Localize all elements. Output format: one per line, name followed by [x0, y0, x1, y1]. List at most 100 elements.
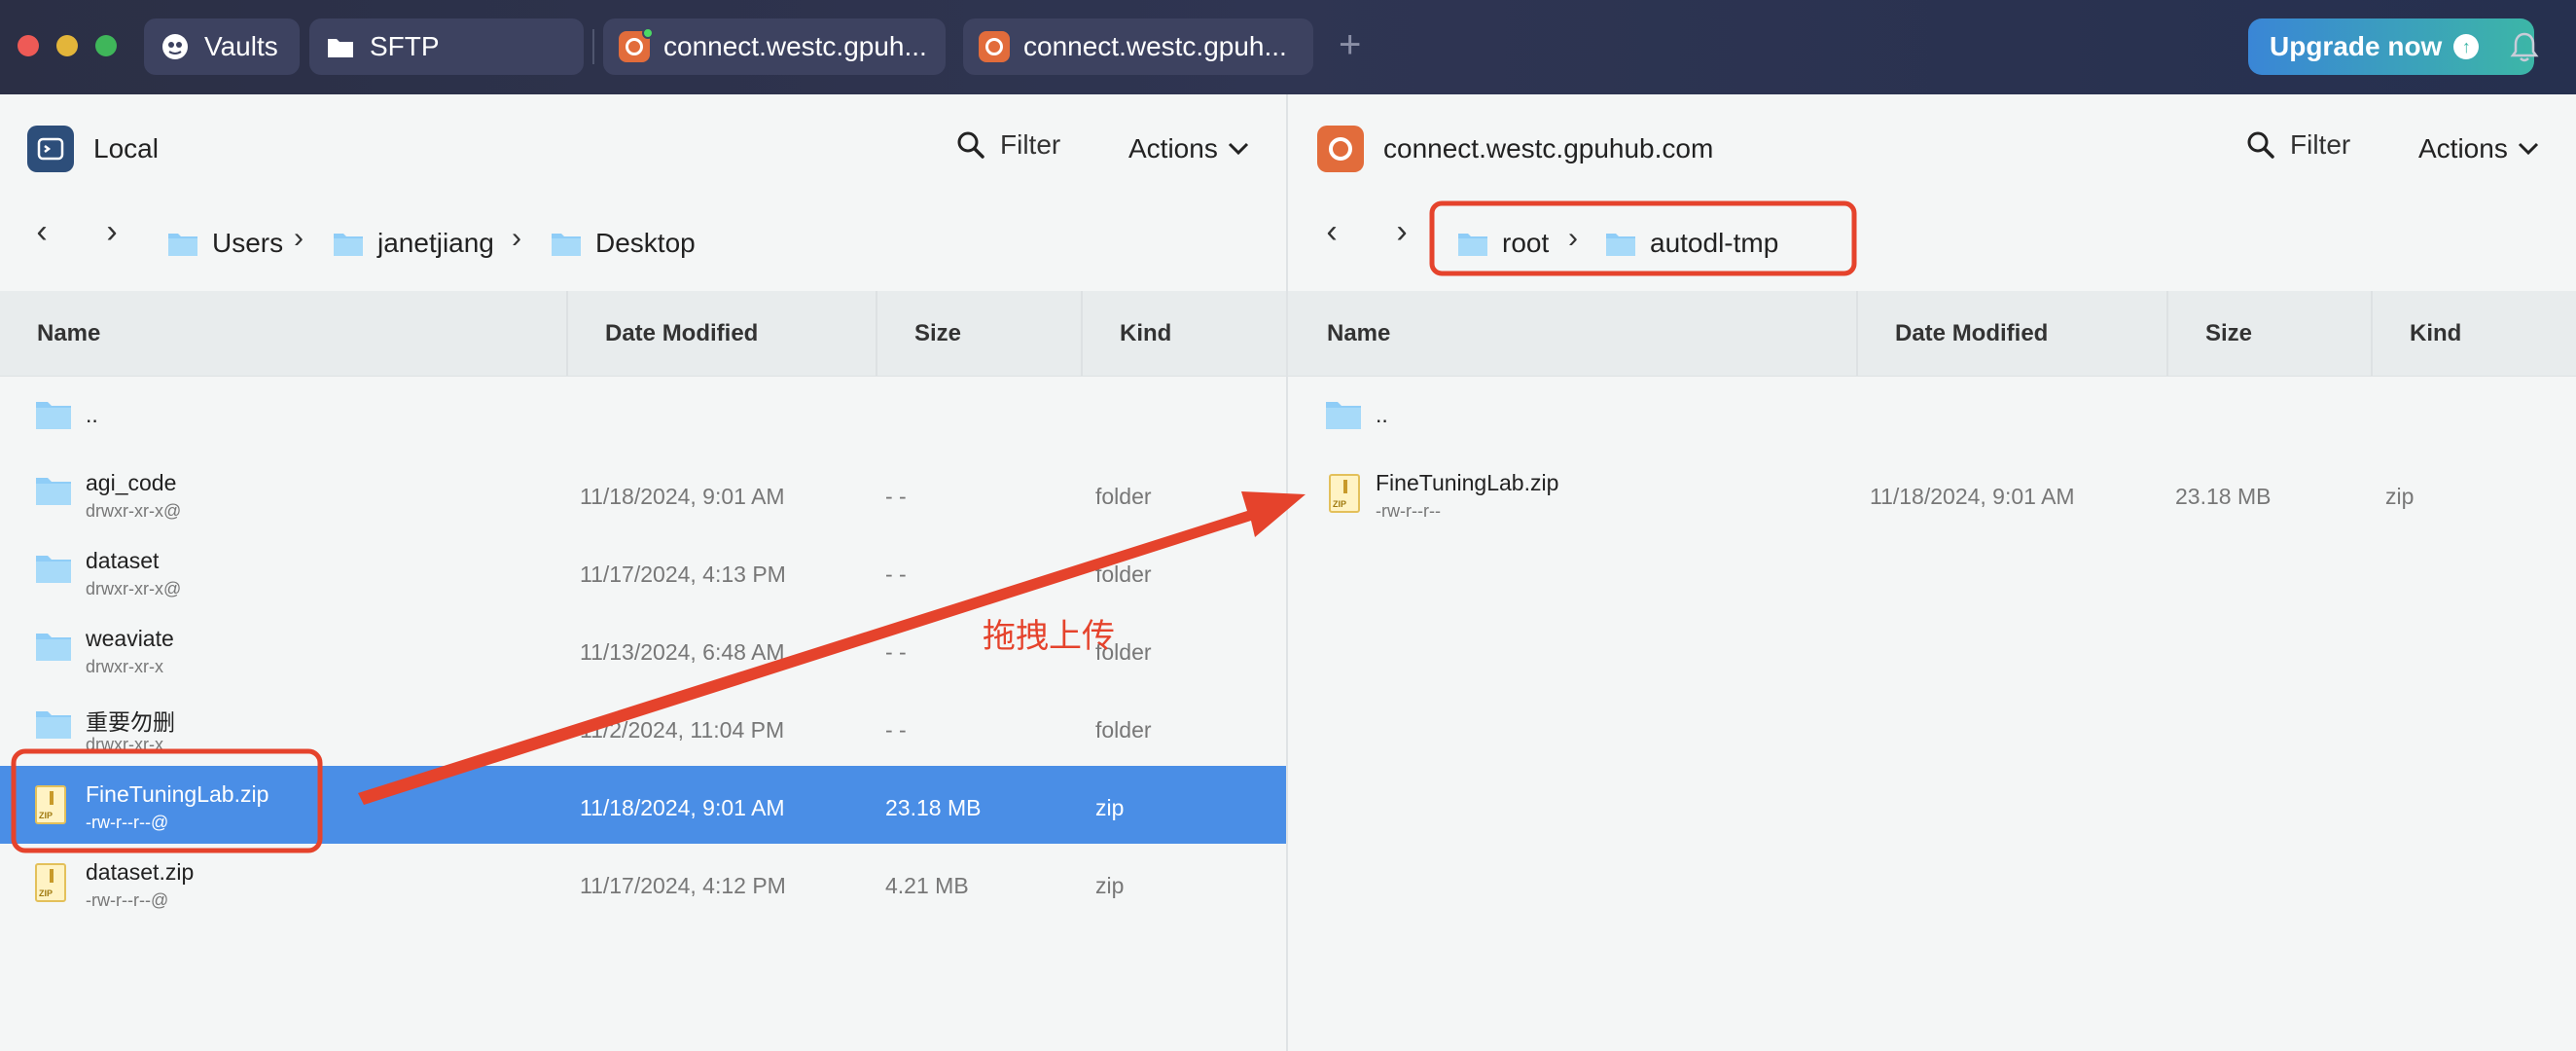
list-item[interactable]: dataset drwxr-xr-x@ 11/17/2024, 4:13 PM … — [0, 532, 1286, 610]
file-date: 11/17/2024, 4:12 PM — [580, 873, 786, 898]
column-name[interactable]: Name — [1327, 320, 1390, 347]
column-date-modified[interactable]: Date Modified — [1895, 320, 2048, 347]
ubuntu-icon — [619, 27, 654, 62]
file-kind: folder — [1095, 562, 1152, 587]
actions-label: Actions — [1128, 133, 1218, 163]
folder-icon — [1458, 234, 1487, 256]
minimize-window-button[interactable] — [56, 35, 78, 56]
list-item[interactable]: .. — [0, 377, 1286, 454]
title-bar: Vaults SFTP connect.westc.gpuh... connec… — [0, 0, 2576, 94]
zip-file-icon — [35, 785, 66, 824]
file-kind: folder — [1095, 717, 1152, 743]
list-item[interactable]: .. — [1288, 377, 2576, 454]
file-kind: zip — [2385, 484, 2415, 509]
column-size[interactable]: Size — [2205, 320, 2252, 347]
breadcrumb-label: Desktop — [595, 228, 696, 258]
file-kind: folder — [1095, 484, 1152, 509]
tab-divider — [592, 29, 594, 64]
list-item[interactable]: dataset.zip -rw-r--r--@ 11/17/2024, 4:12… — [0, 844, 1286, 922]
local-pane-header: Local Filter Actions — [0, 94, 1286, 205]
search-icon — [957, 131, 984, 159]
chevron-right-icon: › — [294, 222, 304, 254]
folder-icon — [1606, 234, 1635, 256]
maximize-window-button[interactable] — [95, 35, 117, 56]
new-tab-button[interactable]: + — [1339, 25, 1361, 64]
filter-label: Filter — [2290, 129, 2351, 160]
file-name: FineTuningLab.zip — [1376, 470, 1559, 495]
breadcrumb-autodl-tmp[interactable]: autodl-tmp — [1605, 228, 1778, 259]
file-size: - - — [885, 484, 907, 509]
file-permissions: drwxr-xr-x@ — [86, 501, 182, 521]
remote-pane: connect.westc.gpuhub.com Filter Actions … — [1288, 94, 2576, 1051]
file-size: - - — [885, 562, 907, 587]
breadcrumb-label: Users — [212, 228, 284, 258]
file-date: 11/18/2024, 9:01 AM — [1870, 484, 2075, 509]
ubuntu-icon — [979, 31, 1010, 62]
breadcrumb-root[interactable]: root — [1457, 228, 1549, 259]
tab-label: connect.westc.gpuh... — [663, 31, 927, 61]
file-size: - - — [885, 717, 907, 743]
chevron-right-icon: › — [512, 222, 521, 254]
column-size[interactable]: Size — [914, 320, 961, 347]
breadcrumb-desktop[interactable]: Desktop — [551, 228, 696, 259]
file-permissions: drwxr-xr-x — [86, 735, 163, 754]
folder-icon — [36, 711, 71, 739]
file-size: 23.18 MB — [885, 795, 982, 820]
file-name: .. — [86, 402, 98, 427]
file-date: 11/18/2024, 9:01 AM — [580, 484, 785, 509]
close-window-button[interactable] — [18, 35, 39, 56]
chevron-down-icon — [1228, 142, 1248, 156]
file-permissions: -rw-r--r--@ — [86, 813, 169, 832]
upgrade-label: Upgrade now — [2270, 31, 2443, 61]
back-button[interactable]: ‹ — [27, 213, 56, 251]
chevron-right-icon: › — [1568, 222, 1578, 254]
arrow-up-icon: ↑ — [2453, 34, 2480, 59]
folder-icon — [1326, 402, 1361, 429]
file-name: FineTuningLab.zip — [86, 781, 269, 807]
filter-button[interactable]: Filter — [2245, 129, 2350, 161]
folder-icon — [36, 402, 71, 429]
remote-pane-header: connect.westc.gpuhub.com Filter Actions — [1288, 94, 2576, 205]
column-date-modified[interactable]: Date Modified — [605, 320, 758, 347]
column-name[interactable]: Name — [37, 320, 100, 347]
file-name: dataset.zip — [86, 859, 195, 885]
host-label: connect.westc.gpuhub.com — [1383, 133, 1714, 163]
bell-icon[interactable] — [2510, 31, 2539, 64]
file-date: 11/17/2024, 4:13 PM — [580, 562, 786, 587]
zip-file-icon — [1329, 474, 1360, 513]
file-name: agi_code — [86, 470, 177, 495]
filter-button[interactable]: Filter — [955, 129, 1060, 161]
file-name: 重要勿删 — [86, 709, 175, 735]
list-item[interactable]: FineTuningLab.zip -rw-r--r-- 11/18/2024,… — [1288, 454, 2576, 532]
file-kind: zip — [1095, 873, 1125, 898]
upgrade-button[interactable]: Upgrade now ↑ — [2248, 18, 2534, 75]
forward-button[interactable]: › — [97, 213, 126, 251]
actions-label: Actions — [2418, 133, 2508, 163]
folder-icon — [325, 31, 356, 62]
vaults-icon — [160, 31, 191, 62]
actions-menu[interactable]: Actions — [2418, 133, 2539, 164]
file-permissions: -rw-r--r--@ — [86, 890, 169, 910]
breadcrumb-label: janetjiang — [377, 228, 494, 258]
list-item[interactable]: agi_code drwxr-xr-x@ 11/18/2024, 9:01 AM… — [0, 454, 1286, 532]
file-date: 11/13/2024, 6:48 AM — [580, 639, 785, 665]
list-item[interactable]: 重要勿删 drwxr-xr-x 11/2/2024, 11:04 PM - - … — [0, 688, 1286, 766]
tab-connection-2[interactable]: connect.westc.gpuh... — [963, 18, 1313, 75]
folder-icon — [552, 234, 581, 256]
file-name: weaviate — [86, 626, 174, 651]
folder-icon — [36, 634, 71, 661]
breadcrumb-janetjiang[interactable]: janetjiang — [333, 228, 494, 259]
tab-connection-1[interactable]: connect.westc.gpuh... — [603, 18, 946, 75]
back-button[interactable]: ‹ — [1317, 213, 1346, 251]
forward-button[interactable]: › — [1387, 213, 1416, 251]
tab-sftp[interactable]: SFTP — [309, 18, 584, 75]
file-date: 11/18/2024, 9:01 AM — [580, 795, 785, 820]
host-label: Local — [93, 133, 159, 163]
breadcrumb-users[interactable]: Users — [167, 228, 283, 259]
list-item-selected[interactable]: FineTuningLab.zip -rw-r--r--@ 11/18/2024… — [0, 766, 1286, 844]
tab-vaults[interactable]: Vaults — [144, 18, 300, 75]
column-kind[interactable]: Kind — [2410, 320, 2461, 347]
column-header: Name Date Modified Size Kind — [0, 291, 1286, 377]
actions-menu[interactable]: Actions — [1128, 133, 1249, 164]
column-kind[interactable]: Kind — [1120, 320, 1171, 347]
